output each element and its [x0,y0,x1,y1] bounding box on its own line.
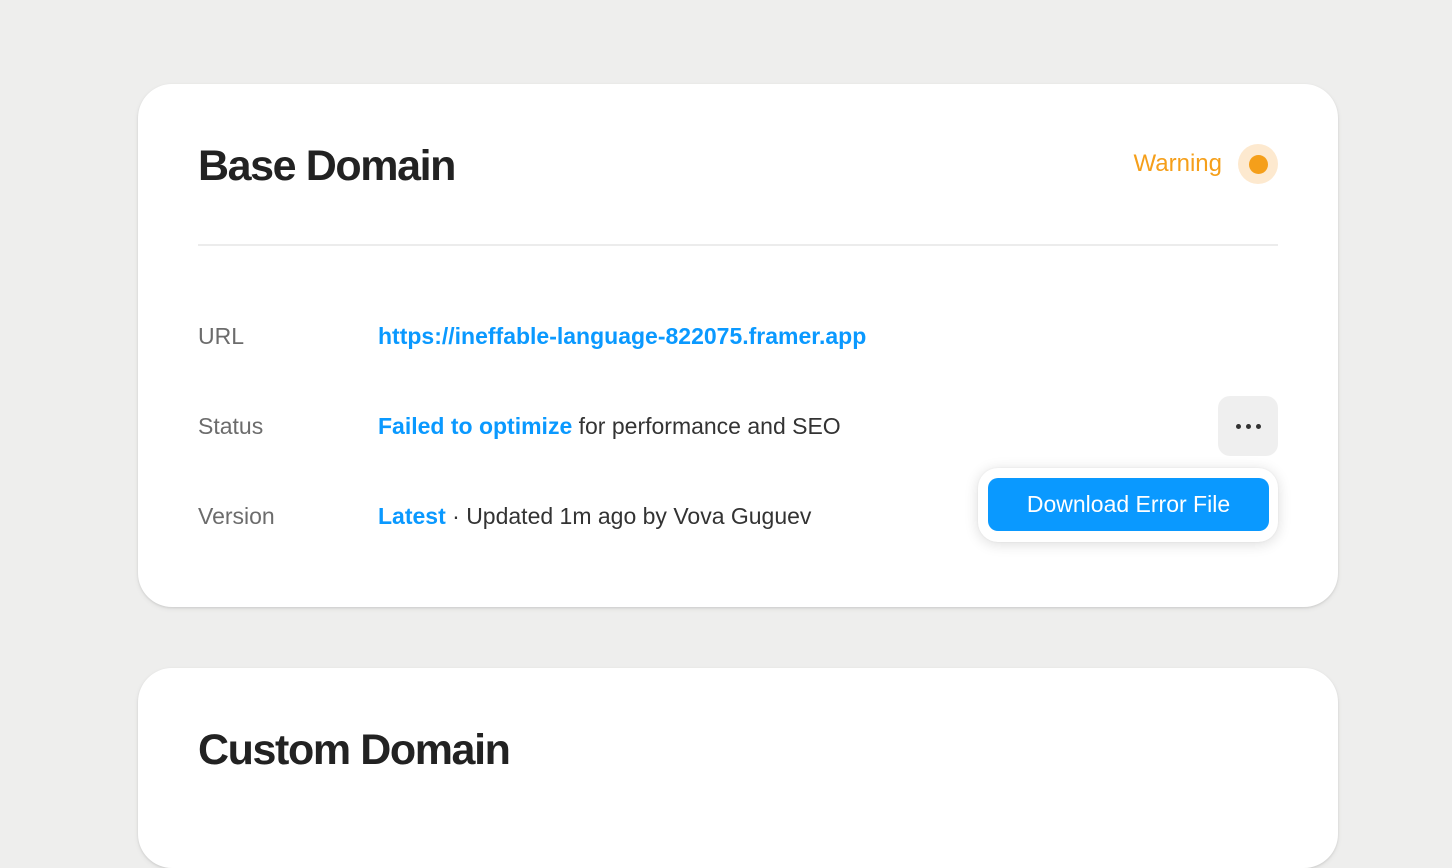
status-row: Status Failed to optimize for performanc… [198,406,841,446]
latest-version-link[interactable]: Latest [378,503,446,529]
url-label: URL [198,322,245,349]
more-options-button[interactable] [1218,396,1278,456]
more-horizontal-icon [1235,423,1261,429]
base-domain-card: Base Domain Warning URL https://ineffabl… [138,84,1338,607]
failed-to-optimize-link[interactable]: Failed to optimize [378,413,572,439]
warning-dot-icon [1238,144,1278,184]
status-label: Warning [1133,150,1222,177]
status-description: for performance and SEO [572,412,841,439]
version-label: Version [198,502,275,529]
status-row-label: Status [198,412,264,439]
status-value: Failed to optimize for performance and S… [378,413,841,440]
url-link[interactable]: https://ineffable-language-822075.framer… [378,323,866,349]
options-dropdown-menu: Download Error File [978,468,1278,542]
version-row: Version Latest · Updated 1m ago by Vova … [198,496,811,536]
url-value: https://ineffable-language-822075.framer… [378,323,866,350]
custom-domain-card: Custom Domain [138,668,1338,868]
base-domain-title: Base Domain [198,142,456,190]
warning-status: Warning [1134,144,1278,184]
version-description: · Updated 1m ago by Vova Guguev [445,502,812,529]
version-value: Latest · Updated 1m ago by Vova Guguev [378,503,811,530]
custom-domain-title: Custom Domain [198,726,511,774]
url-row: URL https://ineffable-language-822075.fr… [198,316,866,356]
divider [198,244,1278,246]
download-error-file-button[interactable]: Download Error File [988,478,1269,531]
